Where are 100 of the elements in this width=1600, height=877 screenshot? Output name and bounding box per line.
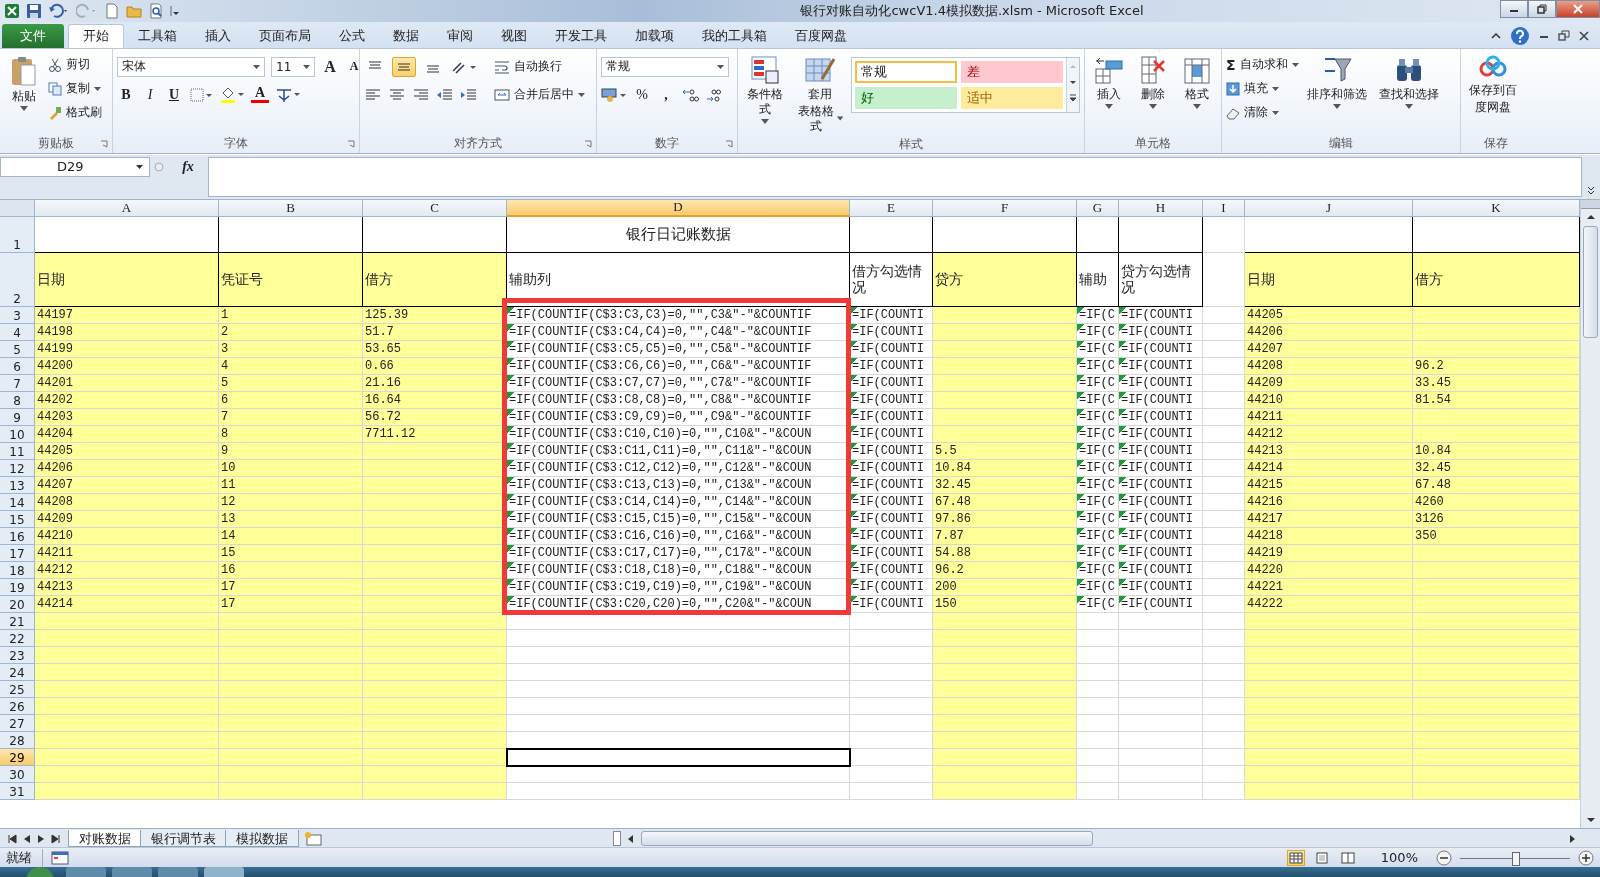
spreadsheet-cell[interactable]: [35, 216, 219, 253]
spreadsheet-cell[interactable]: [1413, 216, 1580, 253]
spreadsheet-cell[interactable]: 日期: [35, 252, 219, 307]
sheet-tab[interactable]: 银行调节表: [140, 830, 227, 848]
zoom-out-icon[interactable]: [1436, 849, 1452, 866]
ribbon-tab[interactable]: 百度网盘: [781, 23, 861, 48]
ribbon-tab[interactable]: 我的工具箱: [688, 23, 781, 48]
ribbon-tab[interactable]: 加载项: [621, 23, 688, 48]
autosum-button[interactable]: Σ 自动求和: [1226, 54, 1299, 75]
ribbon-tab[interactable]: 开始: [68, 23, 124, 48]
fill-button[interactable]: 填充: [1226, 78, 1299, 99]
ribbon-tab[interactable]: 开发工具: [541, 23, 621, 48]
minimize-button[interactable]: [1500, 0, 1528, 18]
align-center-icon[interactable]: [388, 87, 406, 102]
ribbon-tab[interactable]: 公式: [325, 23, 379, 48]
row-header[interactable]: 1: [0, 216, 35, 253]
save-to-cloud-button[interactable]: 保存到百 度网盘: [1465, 52, 1521, 117]
restore-button[interactable]: [1528, 0, 1556, 18]
page-break-view-button[interactable]: [1338, 849, 1357, 866]
spreadsheet-cell[interactable]: 贷方勾选情况: [1119, 252, 1203, 307]
spreadsheet-cell[interactable]: [933, 216, 1077, 253]
previous-sheet-icon[interactable]: [22, 833, 32, 846]
close-icon[interactable]: [1578, 29, 1590, 42]
spreadsheet-cell[interactable]: 借方: [1413, 252, 1580, 307]
ribbon-tab[interactable]: 工具箱: [124, 23, 191, 48]
borders-icon[interactable]: [189, 86, 213, 103]
underline-button[interactable]: U: [165, 84, 183, 105]
macro-record-icon[interactable]: [51, 850, 69, 865]
font-color-button[interactable]: A: [251, 86, 269, 104]
dialog-launcher-icon[interactable]: [584, 139, 592, 148]
scrollbar-thumb[interactable]: [1583, 225, 1598, 338]
help-icon[interactable]: [1510, 25, 1530, 46]
sort-filter-button[interactable]: 排序和筛选: [1302, 52, 1371, 111]
spreadsheet-cell[interactable]: 贷方: [933, 252, 1077, 307]
spreadsheet-cell[interactable]: 凭证号: [219, 252, 363, 307]
increase-indent-icon[interactable]: [460, 87, 478, 102]
restore-icon[interactable]: [1558, 29, 1570, 42]
vertical-scrollbar[interactable]: [1580, 199, 1600, 829]
ribbon-tab[interactable]: 页面布局: [245, 23, 325, 48]
dialog-launcher-icon[interactable]: [100, 139, 108, 148]
first-sheet-icon[interactable]: [6, 833, 18, 846]
merge-center-button[interactable]: 合并后居中: [494, 84, 585, 105]
percent-button[interactable]: %: [633, 84, 651, 105]
ribbon-tab[interactable]: 插入: [191, 23, 245, 48]
spreadsheet-cell[interactable]: [363, 216, 507, 253]
fill-color-icon[interactable]: [219, 85, 245, 104]
comma-button[interactable]: ,: [657, 84, 675, 105]
zoom-level[interactable]: 100%: [1380, 850, 1418, 866]
sheet-tab[interactable]: 对账数据: [68, 830, 142, 848]
cell-style-option[interactable]: 好: [855, 86, 957, 109]
vertical-align-button[interactable]: [392, 56, 416, 77]
spreadsheet-cell[interactable]: [1245, 216, 1413, 253]
delete-cells-button[interactable]: 删除: [1133, 52, 1173, 111]
row-header[interactable]: 2: [0, 252, 35, 307]
split-handle[interactable]: [613, 831, 621, 847]
undo-icon[interactable]: [48, 2, 70, 19]
cell-style-option[interactable]: 适中: [961, 86, 1063, 109]
slider-thumb[interactable]: [1512, 851, 1520, 866]
dialog-launcher-icon[interactable]: [725, 139, 733, 148]
save-icon[interactable]: [26, 2, 42, 19]
ribbon-tab[interactable]: 审阅: [433, 23, 487, 48]
decrease-indent-icon[interactable]: [436, 87, 454, 102]
paste-button[interactable]: 粘贴: [4, 52, 44, 113]
font-size-dropdown[interactable]: 11: [271, 56, 315, 77]
spreadsheet-cell[interactable]: [219, 216, 363, 253]
currency-icon[interactable]: [601, 86, 627, 103]
file-tab[interactable]: 文件: [2, 23, 64, 48]
next-sheet-icon[interactable]: [36, 833, 46, 846]
insert-cells-button[interactable]: 插入: [1089, 52, 1129, 111]
ribbon-tab[interactable]: 视图: [487, 23, 541, 48]
increase-decimal-icon[interactable]: [681, 86, 699, 103]
format-cells-button[interactable]: 格式: [1177, 52, 1217, 111]
taskbar-button[interactable]: [112, 867, 152, 877]
spreadsheet-cell[interactable]: [850, 216, 933, 253]
number-format-dropdown[interactable]: 常规: [601, 56, 729, 77]
align-left-icon[interactable]: [364, 87, 382, 102]
formula-input[interactable]: [208, 156, 1582, 197]
dialog-launcher-icon[interactable]: [347, 139, 355, 148]
spreadsheet-cell[interactable]: 借方勾选情况: [850, 252, 933, 307]
cell-style-option[interactable]: 常规: [855, 60, 957, 83]
name-box[interactable]: D29: [0, 156, 150, 177]
conditional-formatting-button[interactable]: 条件格式: [742, 52, 789, 126]
close-button[interactable]: [1556, 0, 1600, 18]
spreadsheet-cell[interactable]: 银行日记账数据: [507, 216, 850, 253]
redo-icon[interactable]: [76, 2, 98, 19]
cut-button[interactable]: 剪切: [48, 54, 102, 75]
decrease-decimal-icon[interactable]: [705, 86, 723, 103]
insert-function-button[interactable]: fx: [168, 156, 208, 177]
spreadsheet-cell[interactable]: 借方: [363, 252, 507, 307]
align-right-icon[interactable]: [412, 87, 430, 102]
wrap-text-button[interactable]: 自动换行: [494, 56, 562, 77]
italic-button[interactable]: I: [141, 84, 159, 105]
grow-font-button[interactable]: A: [321, 56, 339, 77]
scrollbar-thumb[interactable]: [641, 831, 1093, 847]
spreadsheet-cell[interactable]: [1077, 216, 1119, 253]
format-as-table-button[interactable]: 套用 表格格式: [792, 52, 847, 136]
taskbar-button[interactable]: [158, 867, 198, 877]
sheet-tab[interactable]: 模拟数据: [225, 830, 299, 848]
taskbar-button[interactable]: [204, 867, 244, 877]
ribbon-tab[interactable]: 数据: [379, 23, 433, 48]
